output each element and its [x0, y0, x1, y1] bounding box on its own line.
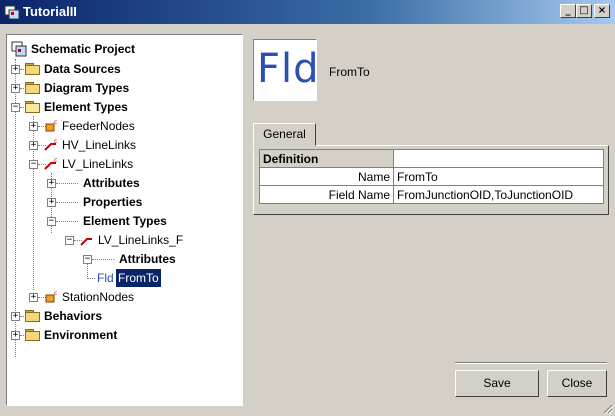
- field-type-icon: Fld: [253, 39, 320, 101]
- svg-text:c: c: [54, 290, 57, 297]
- tree-item-fromto[interactable]: Fld FromTo: [87, 269, 227, 287]
- properties-table: Definition Name FromTo Field Name FromJu…: [259, 149, 604, 204]
- expand-icon[interactable]: +: [29, 122, 38, 131]
- element-name: FromTo: [329, 65, 370, 79]
- tree-item-label: HV_LineLinks: [62, 138, 137, 152]
- open-folder-icon: [25, 101, 41, 113]
- window-title: TutorialII: [23, 4, 77, 19]
- tree-item-feedernodes[interactable]: + c FeederNodes: [29, 117, 229, 135]
- expand-icon[interactable]: +: [11, 84, 20, 93]
- svg-text:c: c: [54, 138, 57, 145]
- tree-item-label: Data Sources: [44, 62, 121, 76]
- tree-item-attributes-child[interactable]: − Attributes: [83, 250, 233, 268]
- tree-item-label: Attributes: [83, 176, 140, 190]
- close-icon: ×: [597, 5, 607, 16]
- collapse-icon[interactable]: −: [29, 160, 38, 169]
- tree-item-label: LV_LineLinks: [62, 157, 134, 171]
- tree-item-lv-linelinks[interactable]: − c LV_LineLinks: [29, 155, 229, 173]
- button-separator: [455, 362, 607, 364]
- minimize-button[interactable]: _: [560, 4, 576, 18]
- folder-icon: [25, 310, 41, 322]
- tree-connector: [87, 278, 95, 279]
- resize-grip-icon[interactable]: [601, 402, 613, 414]
- expand-icon[interactable]: +: [47, 198, 56, 207]
- link-icon: c: [44, 138, 57, 151]
- minimize-icon: _: [565, 5, 571, 16]
- tree-item-label: StationNodes: [62, 290, 135, 304]
- table-row: Field Name FromJunctionOID,ToJunctionOID: [259, 185, 604, 204]
- tree-item-label: Element Types: [44, 100, 128, 114]
- tree-item-label: FromTo: [116, 269, 161, 287]
- expand-icon[interactable]: +: [47, 179, 56, 188]
- definition-header: Definition: [259, 149, 394, 168]
- table-row: Name FromTo: [259, 167, 604, 186]
- expand-icon[interactable]: +: [11, 331, 20, 340]
- folder-icon: [25, 82, 41, 94]
- maximize-button[interactable]: □: [576, 4, 592, 18]
- svg-text:c: c: [54, 119, 57, 126]
- close-button[interactable]: Close: [547, 370, 607, 397]
- save-button[interactable]: Save: [455, 370, 539, 397]
- maximize-icon: □: [579, 5, 589, 16]
- tab-label: General: [263, 127, 306, 141]
- property-value[interactable]: FromTo: [393, 167, 604, 186]
- app-icon: [4, 5, 20, 20]
- tree-item-behaviors[interactable]: + Behaviors: [11, 307, 211, 325]
- project-icon: [11, 41, 27, 57]
- tree-item-element-types-child[interactable]: − Element Types: [47, 212, 227, 230]
- property-key: Name: [259, 167, 394, 186]
- collapse-icon[interactable]: −: [47, 217, 56, 226]
- link-icon: [80, 238, 92, 246]
- collapse-icon[interactable]: −: [65, 236, 74, 245]
- link-icon: c: [44, 157, 57, 170]
- tree-item-label: FeederNodes: [62, 119, 135, 133]
- close-button-label: Close: [561, 376, 593, 390]
- tree-item-attributes[interactable]: + Attributes: [47, 174, 227, 192]
- table-header-empty: [393, 149, 604, 168]
- folder-icon: [25, 63, 41, 75]
- folder-icon: [25, 329, 41, 341]
- tree-item-label: Environment: [44, 328, 118, 342]
- tree-item-label: Behaviors: [44, 309, 103, 323]
- tree-item-stationnodes[interactable]: + c StationNodes: [29, 288, 229, 306]
- node-icon: c: [45, 119, 57, 132]
- title-bar: TutorialII _ □ ×: [0, 0, 615, 24]
- tree-connector: [56, 202, 78, 203]
- tree-item-properties[interactable]: + Properties: [47, 193, 227, 211]
- expand-icon[interactable]: +: [29, 293, 38, 302]
- expand-icon[interactable]: +: [29, 141, 38, 150]
- tree-connector: [56, 183, 78, 184]
- svg-text:c: c: [54, 157, 57, 164]
- expand-icon[interactable]: +: [11, 65, 20, 74]
- tree-item-label: Attributes: [119, 252, 176, 266]
- tree-item-lv-linelinks-f[interactable]: − LV_LineLinks_F: [65, 231, 242, 249]
- field-icon-text: Fld: [257, 46, 320, 92]
- node-icon: c: [45, 290, 57, 303]
- tree-item-environment[interactable]: + Environment: [11, 326, 211, 344]
- tree-item-element-types[interactable]: − Element Types: [11, 98, 211, 116]
- property-value[interactable]: FromJunctionOID,ToJunctionOID: [393, 185, 604, 204]
- tree-item-label: Properties: [83, 195, 143, 209]
- tree-item-data-sources[interactable]: + Data Sources: [11, 60, 211, 78]
- tree-item-label: Schematic Project: [31, 42, 136, 56]
- expand-icon[interactable]: +: [11, 312, 20, 321]
- collapse-icon[interactable]: −: [11, 103, 20, 112]
- tree-connector: [56, 221, 78, 222]
- tree-item-label: Diagram Types: [44, 81, 130, 95]
- tree-item-hv-linelinks[interactable]: + c HV_LineLinks: [29, 136, 229, 154]
- tree-item-label: Element Types: [83, 214, 167, 228]
- tree-connector: [92, 259, 114, 260]
- tab-general[interactable]: General: [253, 123, 316, 146]
- close-window-button[interactable]: ×: [594, 4, 610, 18]
- table-header-row: Definition: [259, 149, 604, 168]
- tree-item-label: LV_LineLinks_F: [98, 233, 184, 247]
- save-button-label: Save: [483, 376, 511, 390]
- tree-item-diagram-types[interactable]: + Diagram Types: [11, 79, 211, 97]
- field-icon: Fld: [97, 271, 114, 285]
- project-tree[interactable]: Schematic Project + Data Sources + Diagr…: [6, 34, 243, 406]
- property-key: Field Name: [259, 185, 394, 204]
